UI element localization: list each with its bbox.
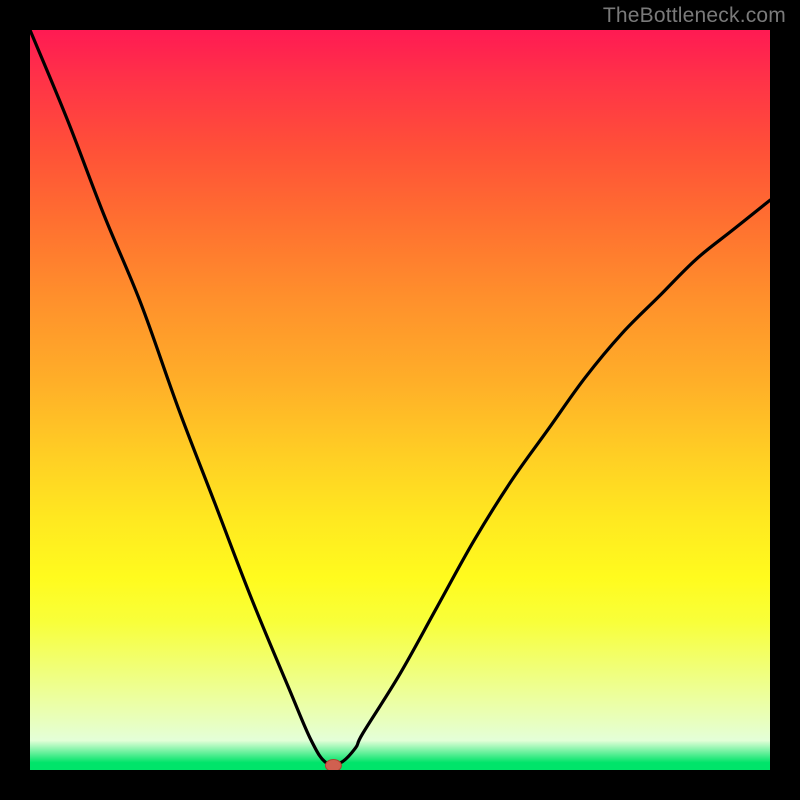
- bottleneck-curve: [30, 30, 770, 765]
- plot-area: [30, 30, 770, 770]
- chart-frame: TheBottleneck.com: [0, 0, 800, 800]
- min-point-marker: [325, 760, 341, 770]
- watermark-text: TheBottleneck.com: [603, 4, 786, 28]
- plot-svg: [30, 30, 770, 770]
